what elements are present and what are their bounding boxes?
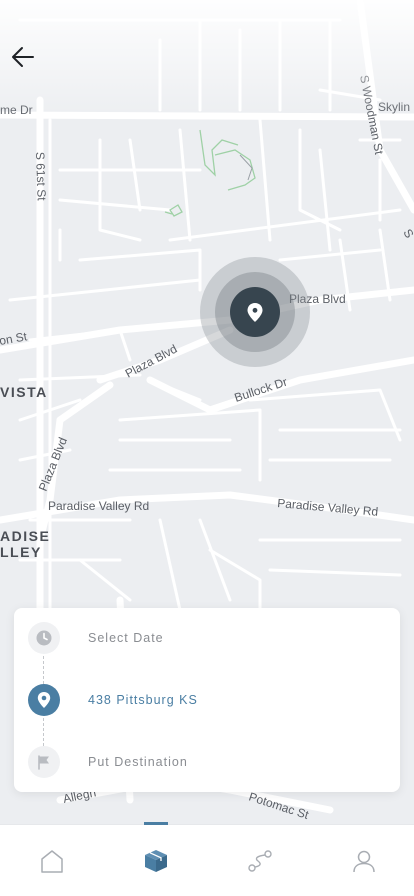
flag-icon — [28, 746, 60, 778]
home-icon — [41, 850, 63, 873]
select-date-row[interactable]: Select Date — [28, 622, 164, 654]
tab-routes[interactable] — [244, 845, 276, 877]
route-icon — [248, 850, 272, 872]
current-location-marker[interactable] — [200, 257, 310, 367]
back-button[interactable] — [8, 42, 38, 72]
area-label: ADISE — [0, 528, 50, 544]
street-label: Skylin — [378, 100, 410, 114]
destination-label: Put Destination — [88, 755, 188, 769]
select-date-label: Select Date — [88, 631, 164, 645]
app-screen: me Dr Skylin S Woodman St S 61st St S Pl… — [0, 0, 414, 896]
active-tab-indicator — [144, 822, 168, 825]
tab-packages[interactable] — [140, 845, 172, 877]
arrow-left-icon — [12, 47, 34, 67]
tab-profile[interactable] — [348, 845, 380, 877]
package-icon — [145, 850, 167, 872]
bottom-tab-bar — [0, 822, 414, 896]
pickup-location-row[interactable]: 438 Pittsburg KS — [28, 684, 198, 716]
user-icon — [353, 850, 375, 873]
street-label: me Dr — [0, 103, 33, 117]
street-label: S 61st St — [33, 152, 49, 202]
area-label: LLEY — [0, 544, 42, 560]
pickup-location-label: 438 Pittsburg KS — [88, 693, 198, 707]
destination-row[interactable]: Put Destination — [28, 746, 188, 778]
clock-icon — [28, 622, 60, 654]
street-label: Paradise Valley Rd — [48, 499, 149, 513]
route-connector — [43, 718, 44, 746]
location-pin-icon — [28, 684, 60, 716]
route-card: Select Date 438 Pittsburg KS Put Destina… — [14, 608, 400, 792]
route-connector — [43, 656, 44, 684]
area-label: VISTA — [0, 384, 48, 400]
tab-home[interactable] — [36, 845, 68, 877]
